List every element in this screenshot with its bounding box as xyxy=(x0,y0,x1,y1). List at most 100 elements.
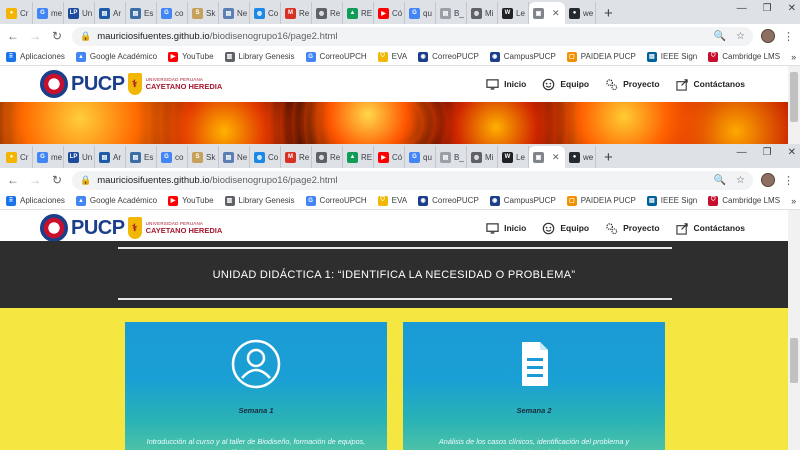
reload-icon[interactable]: ↻ xyxy=(50,29,64,43)
browser-tab[interactable]: LP Un xyxy=(64,146,95,168)
zoom-icon[interactable]: 🔍 xyxy=(714,175,726,186)
address-bar[interactable]: 🔒 mauriciosifuentes.github.io/biodisenog… xyxy=(72,26,753,46)
browser-tab[interactable]: W Le xyxy=(498,2,529,24)
browser-tab[interactable]: ▣ ✕ xyxy=(529,2,565,24)
bookmark-item[interactable]: ⛉ Cambridge LMS xyxy=(708,51,780,62)
bookmark-item[interactable]: ⠿ Aplicaciones xyxy=(6,195,65,206)
scrollbar[interactable] xyxy=(788,210,800,450)
nav-item-inicio[interactable]: Inicio xyxy=(486,78,526,91)
browser-tab[interactable]: M Re xyxy=(281,146,312,168)
week-card[interactable]: Semana 1 Introducción al curso y al tall… xyxy=(125,322,387,450)
bookmark-item[interactable]: ▤ IEEE Sign xyxy=(646,51,697,62)
bookmark-item[interactable]: ◉ CampusPUCP xyxy=(489,195,556,206)
browser-tab[interactable]: ◍ Re xyxy=(312,146,343,168)
bookmark-item[interactable]: ⠿ Aplicaciones xyxy=(6,51,65,62)
browser-tab[interactable]: ▲ RE xyxy=(343,146,374,168)
bookmark-item[interactable]: ▥ Library Genesis xyxy=(224,51,295,62)
bookmark-item[interactable]: ⛉ Cambridge LMS xyxy=(708,195,780,206)
back-icon[interactable]: ← xyxy=(6,29,20,43)
browser-tab[interactable]: ▣ ✕ xyxy=(529,146,565,168)
avatar[interactable] xyxy=(761,29,775,43)
bookmark-item[interactable]: G CorreoUPCH xyxy=(305,195,367,206)
browser-tab[interactable]: ◍ Re xyxy=(312,2,343,24)
browser-tab[interactable]: ▤ B_ xyxy=(436,146,467,168)
browser-tab[interactable]: ◍ Co xyxy=(250,146,281,168)
address-bar[interactable]: 🔒 mauriciosifuentes.github.io/biodisenog… xyxy=(72,170,753,190)
browser-tab[interactable]: Gco xyxy=(157,2,188,24)
browser-tab[interactable]: ▤ Ne xyxy=(219,2,250,24)
scroll-thumb[interactable] xyxy=(790,72,798,122)
logo[interactable]: PUCP ⚕ UNIVERSIDAD PERUANA CAYETANO HERE… xyxy=(40,70,222,98)
restore-icon[interactable]: ❐ xyxy=(763,147,772,158)
browser-tab[interactable]: W Le xyxy=(498,146,529,168)
browser-tab[interactable]: Gqu xyxy=(405,2,436,24)
bookmark-item[interactable]: ▢ PAIDEIA PUCP xyxy=(566,51,636,62)
reload-icon[interactable]: ↻ xyxy=(50,173,64,187)
nav-item-proyecto[interactable]: Proyecto xyxy=(605,222,660,235)
new-tab-button[interactable]: + xyxy=(596,2,621,24)
star-icon[interactable]: ☆ xyxy=(736,175,745,186)
close-icon[interactable]: ✕ xyxy=(788,3,796,14)
browser-tab[interactable]: ● we xyxy=(565,146,596,168)
bookmarks-more-icon[interactable]: » xyxy=(791,196,796,206)
browser-tab[interactable]: ▶ Có xyxy=(374,146,405,168)
browser-tab[interactable]: ▶ Có xyxy=(374,2,405,24)
restore-icon[interactable]: ❐ xyxy=(763,3,772,14)
browser-tab[interactable]: ◍ Co xyxy=(250,2,281,24)
scrollbar[interactable] xyxy=(788,66,800,144)
bookmark-item[interactable]: ▲ Google Académico xyxy=(75,51,157,62)
scroll-thumb[interactable] xyxy=(790,338,798,383)
nav-item-proyecto[interactable]: Proyecto xyxy=(605,78,660,91)
minimize-icon[interactable]: — xyxy=(737,3,747,14)
browser-tab[interactable]: Gme xyxy=(33,2,64,24)
browser-tab[interactable]: ● Cr xyxy=(2,2,33,24)
minimize-icon[interactable]: — xyxy=(737,147,747,158)
bookmark-item[interactable]: ▶ YouTube xyxy=(168,195,214,206)
star-icon[interactable]: ☆ xyxy=(736,31,745,42)
bookmark-item[interactable]: ◉ CorreoPUCP xyxy=(418,195,479,206)
browser-tab[interactable]: ▲ RE xyxy=(343,2,374,24)
browser-tab[interactable]: ▤ B_ xyxy=(436,2,467,24)
browser-tab[interactable]: ▤ Ne xyxy=(219,146,250,168)
browser-tab[interactable]: ◍ Mi xyxy=(467,2,498,24)
week-card[interactable]: Semana 2 Análisis de los casos clínicos,… xyxy=(403,322,665,450)
browser-tab[interactable]: ● we xyxy=(565,2,596,24)
browser-tab[interactable]: Gqu xyxy=(405,146,436,168)
nav-item-contctanos[interactable]: Contáctanos xyxy=(675,222,745,235)
bookmark-item[interactable]: ◉ CorreoPUCP xyxy=(418,51,479,62)
close-icon[interactable]: ✕ xyxy=(788,147,796,158)
bookmark-item[interactable]: ▤ IEEE Sign xyxy=(646,195,697,206)
bookmark-item[interactable]: ▢ PAIDEIA PUCP xyxy=(566,195,636,206)
browser-tab[interactable]: ▤ Ar xyxy=(95,2,126,24)
browser-tab[interactable]: ● Cr xyxy=(2,146,33,168)
bookmark-item[interactable]: ▲ Google Académico xyxy=(75,195,157,206)
nav-item-inicio[interactable]: Inicio xyxy=(486,222,526,235)
bookmark-item[interactable]: ◉ CampusPUCP xyxy=(489,51,556,62)
browser-tab[interactable]: S Sk xyxy=(188,2,219,24)
logo[interactable]: PUCP ⚕ UNIVERSIDAD PERUANA CAYETANO HERE… xyxy=(40,214,222,242)
nav-item-equipo[interactable]: Equipo xyxy=(542,78,589,91)
browser-tab[interactable]: ◍ Mi xyxy=(467,146,498,168)
avatar[interactable] xyxy=(761,173,775,187)
forward-icon[interactable]: → xyxy=(28,29,42,43)
back-icon[interactable]: ← xyxy=(6,173,20,187)
browser-tab[interactable]: Gco xyxy=(157,146,188,168)
browser-tab[interactable]: M Re xyxy=(281,2,312,24)
bookmark-item[interactable]: ⛉ EVA xyxy=(377,51,407,62)
bookmark-item[interactable]: ▶ YouTube xyxy=(168,51,214,62)
forward-icon[interactable]: → xyxy=(28,173,42,187)
menu-icon[interactable]: ⋮ xyxy=(783,30,794,43)
browser-tab[interactable]: S Sk xyxy=(188,146,219,168)
tab-close-icon[interactable]: ✕ xyxy=(552,8,560,19)
menu-icon[interactable]: ⋮ xyxy=(783,174,794,187)
browser-tab[interactable]: ▤ Ar xyxy=(95,146,126,168)
nav-item-equipo[interactable]: Equipo xyxy=(542,222,589,235)
bookmark-item[interactable]: G CorreoUPCH xyxy=(305,51,367,62)
tab-close-icon[interactable]: ✕ xyxy=(552,152,560,163)
bookmark-item[interactable]: ▥ Library Genesis xyxy=(224,195,295,206)
new-tab-button[interactable]: + xyxy=(596,146,621,168)
bookmarks-more-icon[interactable]: » xyxy=(791,52,796,62)
browser-tab[interactable]: LP Un xyxy=(64,2,95,24)
nav-item-contctanos[interactable]: Contáctanos xyxy=(675,78,745,91)
bookmark-item[interactable]: ⛉ EVA xyxy=(377,195,407,206)
